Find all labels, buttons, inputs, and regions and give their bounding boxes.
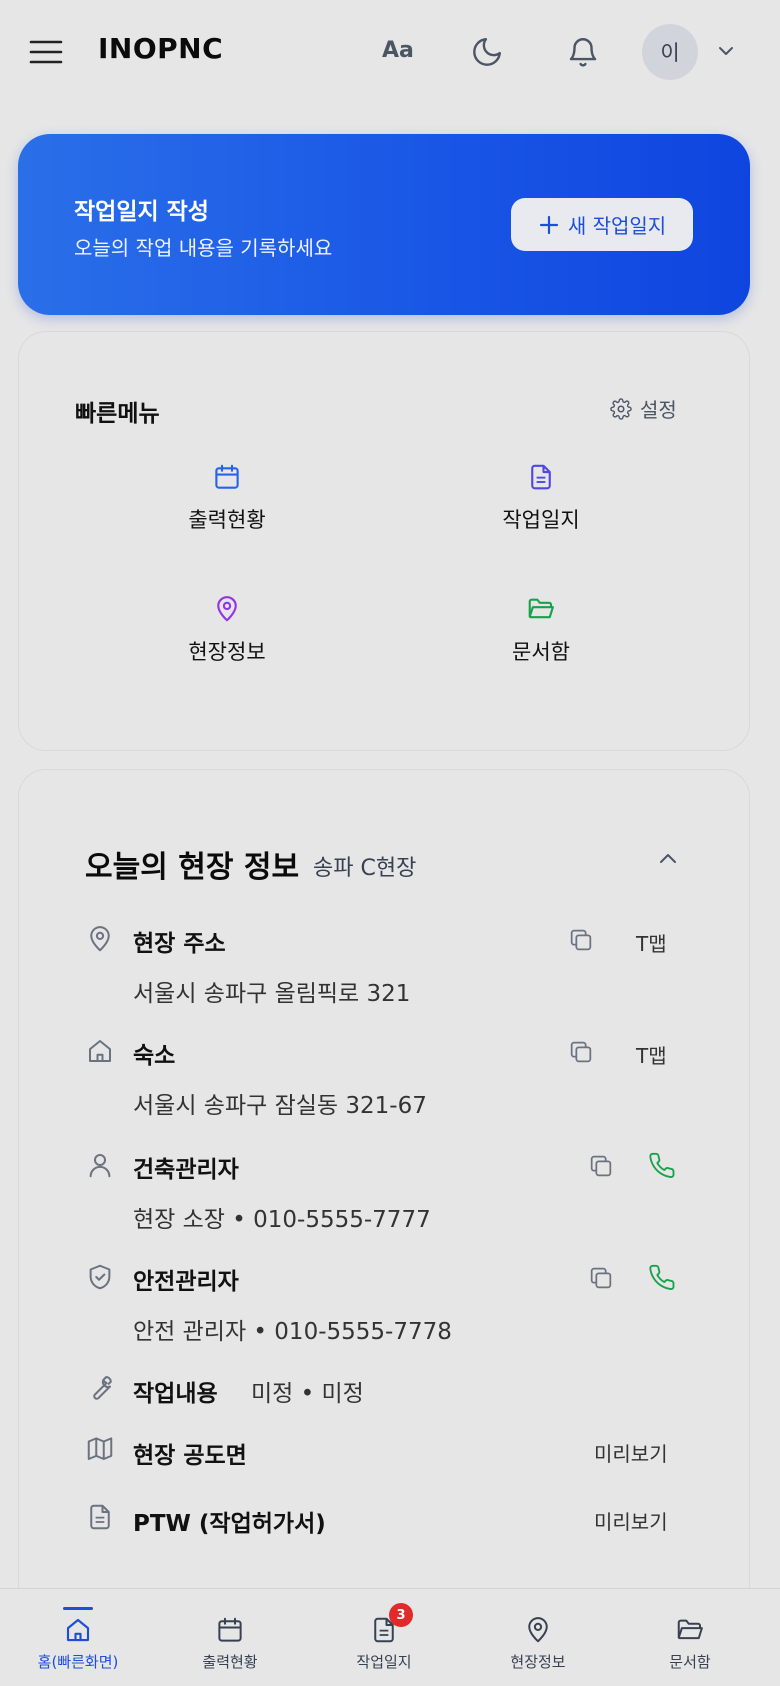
copy-icon[interactable]: [587, 1152, 615, 1180]
folder-open-icon: [675, 1615, 705, 1645]
blueprint-preview-button[interactable]: 미리보기: [594, 1438, 668, 1467]
ptw-label: PTW (작업허가서): [133, 1511, 326, 1537]
safety-manager-label: 안전관리자: [133, 1269, 239, 1295]
site-name: 송파 C현장: [313, 856, 417, 881]
bottom-navigation: 홈(빠른화면) 출력현황 3 작업일지 현장정보 문서함: [0, 1588, 780, 1686]
work-content-label: 작업내용: [133, 1381, 218, 1407]
calendar-icon: [215, 1615, 245, 1645]
home-icon: [63, 1615, 93, 1645]
nav-label: 문서함: [669, 1653, 711, 1671]
nav-item-attendance[interactable]: 출력현황: [152, 1589, 308, 1686]
copy-icon[interactable]: [587, 1264, 615, 1292]
quick-item-label: 문서함: [512, 640, 570, 664]
nav-item-site-info[interactable]: 현장정보: [460, 1589, 616, 1686]
nav-label: 작업일지: [356, 1653, 412, 1671]
site-info-title: 오늘의 현장 정보: [85, 850, 300, 885]
active-indicator: [63, 1607, 93, 1610]
nav-item-documents[interactable]: 문서함: [612, 1589, 768, 1686]
quick-item-site-info[interactable]: 현장정보: [127, 594, 327, 666]
dark-mode-moon-icon[interactable]: [470, 35, 504, 69]
nav-item-worklog[interactable]: 3 작업일지: [306, 1589, 462, 1686]
banner-subtitle: 오늘의 작업 내용을 기록하세요: [74, 236, 333, 260]
chevron-up-icon[interactable]: [655, 848, 681, 870]
quick-item-label: 현장정보: [188, 640, 266, 664]
nav-item-home[interactable]: 홈(빠른화면): [0, 1589, 156, 1686]
folder-open-icon: [526, 594, 556, 624]
quick-item-worklog[interactable]: 작업일지: [441, 462, 641, 534]
phone-icon[interactable]: [649, 1152, 677, 1180]
safety-manager-value: 안전 관리자 • 010-5555-7778: [133, 1319, 452, 1345]
address-label: 현장 주소: [133, 931, 226, 957]
gear-icon: [610, 397, 632, 420]
nav-label: 출력현황: [202, 1653, 258, 1671]
blueprint-label: 현장 공도면: [133, 1443, 247, 1469]
tmap-button[interactable]: T맵: [636, 1040, 667, 1069]
building-manager-label: 건축관리자: [133, 1157, 239, 1183]
new-worklog-button[interactable]: 새 작업일지: [511, 198, 693, 251]
map-icon: [85, 1434, 115, 1464]
quick-item-label: 출력현황: [188, 508, 266, 532]
document-icon: [526, 462, 556, 492]
brand-logo[interactable]: INOPNC: [98, 32, 223, 65]
ptw-preview-button[interactable]: 미리보기: [594, 1506, 668, 1535]
quick-menu-card: 빠른메뉴 설정 출력현황 작업일지 현장정보 문서함: [18, 331, 750, 751]
calendar-icon: [212, 462, 242, 492]
quick-menu-settings-button[interactable]: 설정: [610, 394, 677, 423]
chevron-down-icon[interactable]: [714, 41, 738, 61]
address-value: 서울시 송파구 올림픽로 321: [133, 981, 411, 1007]
nav-label: 홈(빠른화면): [37, 1653, 119, 1671]
tmap-button[interactable]: T맵: [636, 928, 667, 957]
notification-badge: 3: [389, 1603, 413, 1627]
shield-check-icon: [85, 1262, 115, 1292]
wrench-icon: [85, 1372, 115, 1402]
banner-title: 작업일지 작성: [74, 199, 209, 225]
building-manager-value: 현장 소장 • 010-5555-7777: [133, 1207, 431, 1233]
phone-icon[interactable]: [649, 1264, 677, 1292]
quick-item-attendance[interactable]: 출력현황: [127, 462, 327, 534]
font-size-button[interactable]: Aa: [382, 38, 414, 63]
quick-menu-title: 빠른메뉴: [75, 401, 160, 427]
app-header: INOPNC Aa 이: [0, 0, 780, 104]
work-content-value: 미정 • 미정: [251, 1381, 364, 1407]
map-pin-icon: [212, 594, 242, 624]
user-icon: [85, 1150, 115, 1180]
settings-label: 설정: [640, 398, 677, 422]
plus-icon: [538, 214, 560, 236]
notification-bell-icon[interactable]: [566, 34, 600, 70]
nav-label: 현장정보: [510, 1653, 566, 1671]
new-worklog-banner: 작업일지 작성 오늘의 작업 내용을 기록하세요 새 작업일지: [18, 134, 750, 315]
map-pin-icon: [523, 1615, 553, 1645]
map-pin-icon: [85, 924, 115, 954]
user-avatar[interactable]: 이: [642, 24, 698, 80]
home-icon: [85, 1036, 115, 1066]
document-icon: 3: [369, 1603, 413, 1645]
quick-item-documents[interactable]: 문서함: [441, 594, 641, 666]
lodging-label: 숙소: [133, 1043, 176, 1069]
today-site-info-card: 오늘의 현장 정보 송파 C현장 현장 주소 T맵 서울시 송파구 올림픽로 3…: [18, 769, 750, 1589]
new-worklog-label: 새 작업일지: [567, 214, 667, 238]
copy-icon[interactable]: [567, 1038, 595, 1066]
lodging-value: 서울시 송파구 잠실동 321-67: [133, 1093, 427, 1119]
quick-item-label: 작업일지: [502, 508, 580, 532]
copy-icon[interactable]: [567, 926, 595, 954]
document-icon: [85, 1502, 115, 1532]
hamburger-menu-icon[interactable]: [28, 35, 64, 69]
